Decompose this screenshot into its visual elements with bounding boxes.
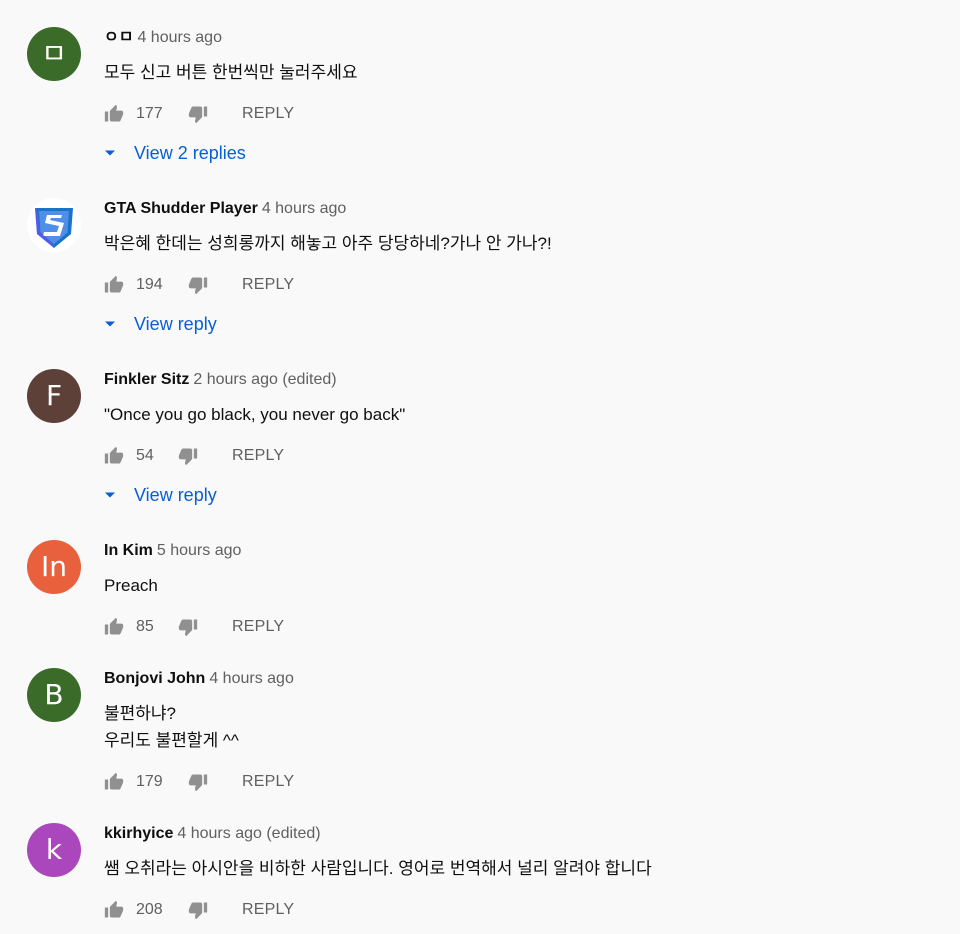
view-replies-button[interactable]: View 2 replies: [104, 141, 940, 165]
avatar[interactable]: ㅁ: [27, 27, 81, 81]
comment-line: "Once you go black, you never go back": [104, 405, 406, 424]
avatar[interactable]: k: [27, 823, 81, 877]
avatar[interactable]: F: [27, 369, 81, 423]
reply-button[interactable]: REPLY: [242, 105, 294, 123]
thumbs-up-icon[interactable]: [104, 617, 124, 637]
comment-text: 불편하냐? 우리도 불편할게 ^^: [104, 700, 940, 754]
author-name[interactable]: GTA Shudder Player: [104, 200, 258, 217]
thumbs-down-icon[interactable]: [188, 900, 208, 920]
comment-line: 우리도 불편할게 ^^: [104, 731, 239, 750]
like-count: 177: [136, 105, 163, 122]
comment-text: Preach: [104, 572, 940, 599]
action-toolbar: 54 REPLY: [104, 444, 940, 468]
comment-header: Bonjovi John 4 hours ago: [104, 668, 940, 690]
reply-button[interactable]: REPLY: [242, 901, 294, 919]
comment-time[interactable]: 4 hours ago: [209, 670, 294, 687]
comment-time[interactable]: 4 hours ago: [137, 29, 222, 46]
caret-down-icon: [104, 318, 116, 330]
thumbs-down-icon[interactable]: [188, 772, 208, 792]
action-toolbar: 208 REPLY: [104, 898, 940, 922]
comment-header: In Kim 5 hours ago: [104, 540, 940, 562]
avatar[interactable]: [27, 198, 81, 252]
comment-line: 모두 신고 버튼 한번씩만 눌러주세요: [104, 63, 358, 82]
reply-button[interactable]: REPLY: [242, 276, 294, 294]
comment-header: GTA Shudder Player 4 hours ago: [104, 198, 940, 220]
thumbs-up-icon[interactable]: [104, 900, 124, 920]
view-replies-label: View 2 replies: [134, 142, 246, 163]
action-toolbar: 177 REPLY: [104, 102, 940, 126]
comment-text: "Once you go black, you never go back": [104, 401, 940, 428]
comment-body: Bonjovi John 4 hours ago 불편하냐? 우리도 불편할게 ^…: [104, 668, 940, 794]
shield-s-logo-icon: [35, 208, 73, 248]
action-toolbar: 194 REPLY: [104, 273, 940, 297]
thumbs-down-icon[interactable]: [188, 275, 208, 295]
view-replies-button[interactable]: View reply: [104, 483, 940, 507]
comment-line: Preach: [104, 576, 158, 595]
author-name[interactable]: kkirhyice: [104, 825, 173, 842]
like-count: 179: [136, 773, 163, 790]
thumbs-up-icon[interactable]: [104, 104, 124, 124]
comment-header: ㅇㅁ 4 hours ago: [104, 27, 940, 49]
comment-time[interactable]: 4 hours ago (edited): [177, 825, 320, 842]
comment-text: 모두 신고 버튼 한번씩만 눌러주세요: [104, 59, 940, 86]
thumbs-up-icon[interactable]: [104, 446, 124, 466]
author-name[interactable]: ㅇㅁ: [104, 29, 133, 46]
action-toolbar: 179 REPLY: [104, 770, 940, 794]
reply-button[interactable]: REPLY: [242, 773, 294, 791]
reply-button[interactable]: REPLY: [232, 447, 284, 465]
comment-line: 쌤 오취라는 아시안을 비하한 사람입니다. 영어로 번역해서 널리 알려야 합…: [104, 859, 652, 878]
thumbs-down-icon[interactable]: [178, 617, 198, 637]
author-name[interactable]: In Kim: [104, 542, 153, 559]
thumbs-up-icon[interactable]: [104, 772, 124, 792]
comment-time[interactable]: 5 hours ago: [157, 542, 242, 559]
view-replies-button[interactable]: View reply: [104, 312, 940, 336]
caret-down-icon: [104, 489, 116, 501]
comment-line: 불편하냐?: [104, 704, 177, 723]
view-replies-label: View reply: [134, 484, 217, 505]
comment-header: kkirhyice 4 hours ago (edited): [104, 823, 940, 845]
avatar[interactable]: In: [27, 540, 81, 594]
comment-body: ㅇㅁ 4 hours ago 모두 신고 버튼 한번씩만 눌러주세요 177 RE…: [104, 27, 940, 165]
action-toolbar: 85 REPLY: [104, 615, 940, 639]
view-replies-label: View reply: [134, 313, 217, 334]
like-count: 208: [136, 901, 163, 918]
thumbs-down-icon[interactable]: [178, 446, 198, 466]
comment-time[interactable]: 2 hours ago (edited): [193, 371, 336, 388]
comment-body: In Kim 5 hours ago Preach 85 REPLY: [104, 540, 940, 639]
comment-time[interactable]: 4 hours ago: [262, 200, 347, 217]
comment-body: kkirhyice 4 hours ago (edited) 쌤 오취라는 아시안…: [104, 823, 940, 922]
like-count: 85: [136, 618, 154, 635]
comment-header: Finkler Sitz 2 hours ago (edited): [104, 369, 940, 391]
like-count: 54: [136, 447, 154, 464]
thumbs-down-icon[interactable]: [188, 104, 208, 124]
avatar[interactable]: B: [27, 668, 81, 722]
comment-line: 박은혜 한데는 성희롱까지 해놓고 아주 당당하네?가나 안 가나?!: [104, 234, 552, 253]
comment-text: 쌤 오취라는 아시안을 비하한 사람입니다. 영어로 번역해서 널리 알려야 합…: [104, 855, 940, 882]
author-name[interactable]: Finkler Sitz: [104, 371, 189, 388]
caret-down-icon: [104, 147, 116, 159]
comment-body: Finkler Sitz 2 hours ago (edited) "Once y…: [104, 369, 940, 507]
author-name[interactable]: Bonjovi John: [104, 670, 205, 687]
thumbs-up-icon[interactable]: [104, 275, 124, 295]
reply-button[interactable]: REPLY: [232, 618, 284, 636]
like-count: 194: [136, 276, 163, 293]
comment-body: GTA Shudder Player 4 hours ago 박은혜 한데는 성희…: [104, 198, 940, 336]
comment-text: 박은혜 한데는 성희롱까지 해놓고 아주 당당하네?가나 안 가나?!: [104, 230, 940, 257]
